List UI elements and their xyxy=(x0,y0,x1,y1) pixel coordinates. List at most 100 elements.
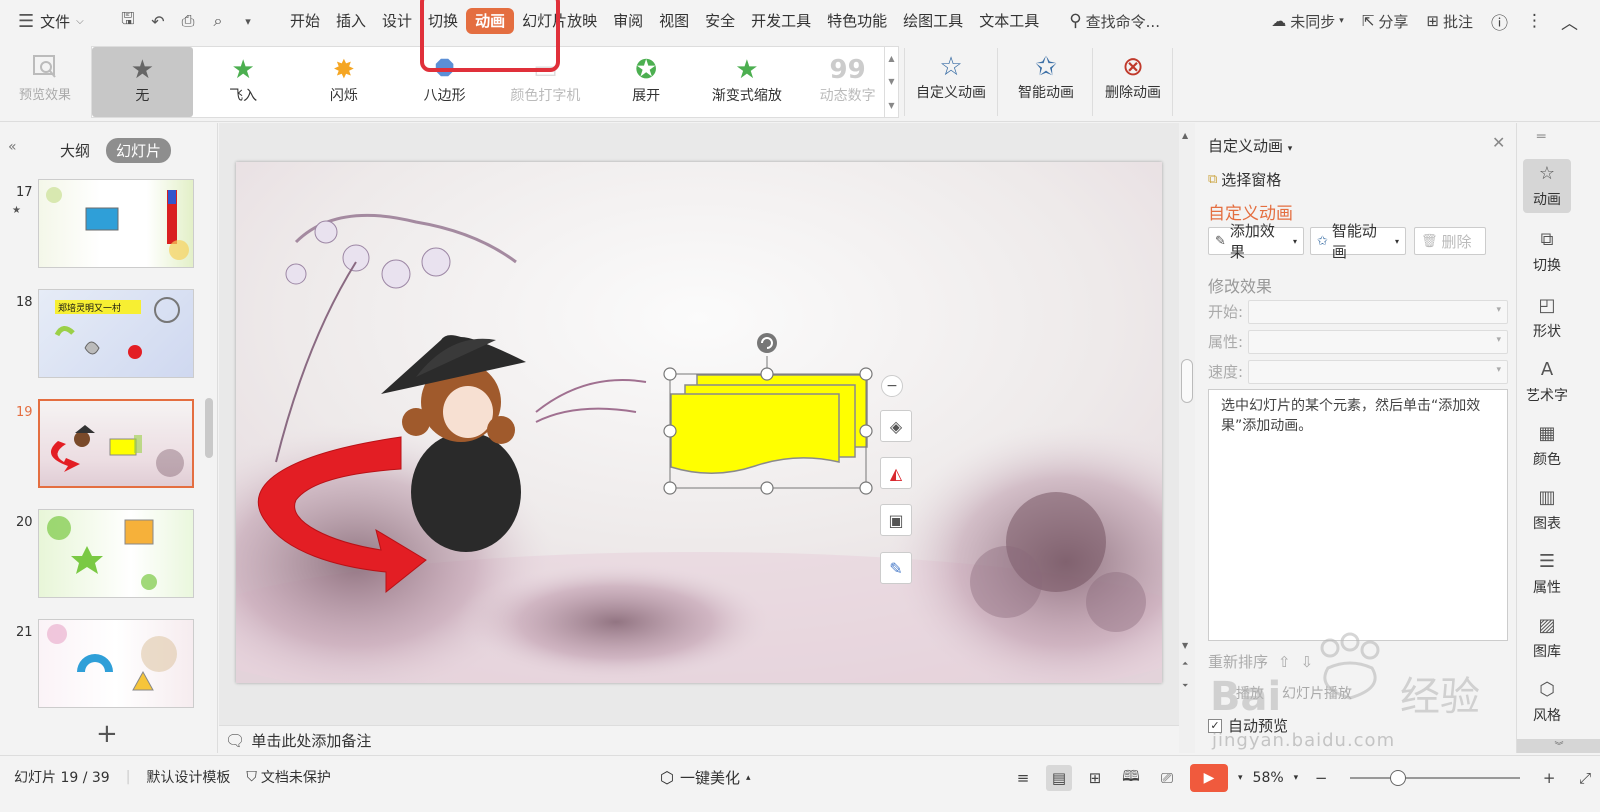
selection-pane-link[interactable]: ⧉ 选择窗格 xyxy=(1208,169,1281,190)
share-button[interactable]: ⇱ 分享 xyxy=(1362,11,1409,32)
file-menu[interactable]: ☰ 文件 ⌵ xyxy=(0,11,108,32)
animation-list[interactable]: 选中幻灯片的某个元素，然后单击“添加效果”添加动画。 xyxy=(1208,389,1508,641)
collapse-ribbon-icon[interactable]: ︿ xyxy=(1561,9,1578,34)
play-button[interactable]: 播放 xyxy=(1236,683,1264,703)
tab-insert[interactable]: 插入 xyxy=(328,8,374,34)
collapse-panel-icon[interactable]: « xyxy=(8,139,17,155)
tab-slides[interactable]: 幻灯片 xyxy=(106,138,172,163)
add-slide-button[interactable]: + xyxy=(96,719,118,749)
panel-scrollbar[interactable] xyxy=(205,398,213,458)
slide-canvas[interactable]: − ◈ ◭ ▣ ✎ xyxy=(236,162,1162,683)
sidebar-item-transition[interactable]: ⧉ 切换 xyxy=(1523,225,1571,279)
tab-outline[interactable]: 大纲 xyxy=(50,138,100,163)
format-painter-button[interactable]: ✎ xyxy=(880,552,912,584)
anim-dynamic-number[interactable]: 99 动态数字 xyxy=(797,47,898,117)
move-down-icon[interactable]: ⇩ xyxy=(1301,653,1314,671)
tab-view[interactable]: 视图 xyxy=(651,8,697,34)
presenter-view-icon[interactable]: ⎚ xyxy=(1154,765,1180,791)
slide-thumbnail-row[interactable]: 20 xyxy=(0,509,205,604)
slide-thumbnail[interactable] xyxy=(38,509,194,598)
tab-security[interactable]: 安全 xyxy=(697,8,743,34)
slide-thumbnail[interactable]: 郑培灵明又一村 xyxy=(38,289,194,378)
sidebar-item-shape[interactable]: ◰ 形状 xyxy=(1523,291,1571,345)
print-preview-icon[interactable]: ⌕ xyxy=(208,11,228,31)
delete-button[interactable]: 🗑 删除 xyxy=(1414,227,1486,255)
sidebar-item-gallery[interactable]: ▨ 图库 xyxy=(1523,611,1571,665)
sidebar-item-style[interactable]: ⬡ 风格 xyxy=(1523,675,1571,729)
anim-flash[interactable]: ✸ 闪烁 xyxy=(294,47,395,117)
sidebar-item-wordart[interactable]: A 艺术字 xyxy=(1523,355,1571,409)
normal-view-icon[interactable]: ▤ xyxy=(1046,765,1072,791)
scroll-thumb[interactable] xyxy=(1181,359,1193,403)
canvas-scrollbar[interactable]: ▲ ▼ ⏶ ⏷ xyxy=(1179,123,1195,753)
customize-icon[interactable]: ▾ xyxy=(238,11,258,31)
slide-thumbnail-row[interactable]: 17 ★ xyxy=(0,179,205,274)
sidebar-item-animation[interactable]: ☆ 动画 xyxy=(1523,159,1571,213)
undo-icon[interactable]: ↶ xyxy=(148,11,168,31)
panel-title[interactable]: 自定义动画 ▾ xyxy=(1208,135,1292,156)
chevron-down-icon[interactable]: ▾ xyxy=(1294,773,1299,783)
sidebar-item-property[interactable]: ☰ 属性 xyxy=(1523,547,1571,601)
slide-thumbnail[interactable] xyxy=(38,619,194,708)
close-icon[interactable]: ✕ xyxy=(1492,133,1505,152)
fit-window-icon[interactable]: ⤢ xyxy=(1572,765,1598,791)
notes-area[interactable]: 🗨 单击此处添加备注 xyxy=(219,725,1179,755)
sidebar-handle-icon[interactable]: ═ xyxy=(1537,129,1545,145)
slide-thumbnail-current[interactable] xyxy=(38,399,194,488)
anim-fly-in[interactable]: ★ 飞入 xyxy=(193,47,294,117)
help-icon[interactable]: ⓘ xyxy=(1491,9,1508,34)
anim-none[interactable]: ★ 无 xyxy=(92,47,193,117)
custom-animation-button[interactable]: ☆ 自定义动画 xyxy=(912,48,990,116)
tab-drawing-tools[interactable]: 绘图工具 xyxy=(895,8,971,34)
layer-button[interactable]: ◈ xyxy=(880,410,912,442)
fill-button[interactable]: ◭ xyxy=(880,457,912,489)
smart-animation-button[interactable]: ✩ 智能动画 xyxy=(1004,48,1088,116)
print-icon[interactable]: ⎙ xyxy=(178,11,198,31)
zoom-slider[interactable] xyxy=(1350,770,1521,786)
comment-button[interactable]: ⊞ 批注 xyxy=(1426,11,1473,32)
sorter-view-icon[interactable]: ⊞ xyxy=(1082,765,1108,791)
move-up-icon[interactable]: ⇧ xyxy=(1278,653,1291,671)
slide-thumbnail-row[interactable]: 21 xyxy=(0,619,205,714)
save-icon[interactable]: 🖫 xyxy=(118,9,138,31)
protect-status[interactable]: ⛉ 文档未保护 xyxy=(246,767,331,787)
sync-button[interactable]: ☁ 未同步 ▾ xyxy=(1271,11,1344,32)
anim-gradual-zoom[interactable]: ★ 渐变式缩放 xyxy=(697,47,798,117)
tab-review[interactable]: 审阅 xyxy=(605,8,651,34)
play-slideshow-button[interactable]: ▶ xyxy=(1190,764,1228,792)
zoom-in-icon[interactable]: + xyxy=(1536,765,1562,791)
add-effect-button[interactable]: ✎ 添加效果 ▾ xyxy=(1208,222,1304,261)
zoom-level[interactable]: 58% xyxy=(1253,770,1284,786)
tab-text-tools[interactable]: 文本工具 xyxy=(971,8,1047,34)
sidebar-item-chart[interactable]: ▥ 图表 xyxy=(1523,483,1571,537)
tab-developer[interactable]: 开发工具 xyxy=(743,8,819,34)
sidebar-more-icon[interactable]: ︾ xyxy=(1517,739,1600,753)
notes-toggle-icon[interactable]: ≡ xyxy=(1010,765,1036,791)
delete-animation-button[interactable]: ⊗ 删除动画 xyxy=(1098,48,1168,116)
collapse-toolbar-button[interactable]: − xyxy=(881,375,903,397)
command-search[interactable]: ⚲ 查找命令... xyxy=(1069,11,1160,32)
property-select[interactable] xyxy=(1248,330,1508,354)
template-name[interactable]: 默认设计模板 xyxy=(146,767,230,787)
reading-view-icon[interactable]: 🕮 xyxy=(1118,765,1144,791)
more-icon[interactable]: ⋮ xyxy=(1526,11,1543,31)
tab-home[interactable]: 开始 xyxy=(282,8,328,34)
slide-thumbnail-row[interactable]: 18 郑培灵明又一村 xyxy=(0,289,205,384)
slideshow-button[interactable]: 幻灯片播放 xyxy=(1282,683,1352,703)
zoom-out-icon[interactable]: − xyxy=(1308,765,1334,791)
zoom-slider-knob[interactable] xyxy=(1390,770,1407,786)
tab-features[interactable]: 特色功能 xyxy=(819,8,895,34)
tab-design[interactable]: 设计 xyxy=(374,8,420,34)
preview-effect-button[interactable]: 预览效果 xyxy=(12,47,78,117)
sidebar-item-color[interactable]: ▦ 颜色 xyxy=(1523,419,1571,473)
slide-thumbnail-row[interactable]: 19 xyxy=(0,399,205,494)
next-slide-icon[interactable]: ⏷ xyxy=(1182,681,1188,691)
start-select[interactable] xyxy=(1248,300,1508,324)
outline-button[interactable]: ▣ xyxy=(880,504,912,536)
scroll-down-icon[interactable]: ▼ xyxy=(1182,641,1188,650)
prev-slide-icon[interactable]: ⏶ xyxy=(1182,659,1188,669)
anim-expand[interactable]: ✪ 展开 xyxy=(596,47,697,117)
speed-select[interactable] xyxy=(1248,360,1508,384)
smart-animation-panel-button[interactable]: ✩ 智能动画 ▾ xyxy=(1310,222,1406,261)
beautify-button[interactable]: ⬡ 一键美化 ▴ xyxy=(660,767,751,788)
